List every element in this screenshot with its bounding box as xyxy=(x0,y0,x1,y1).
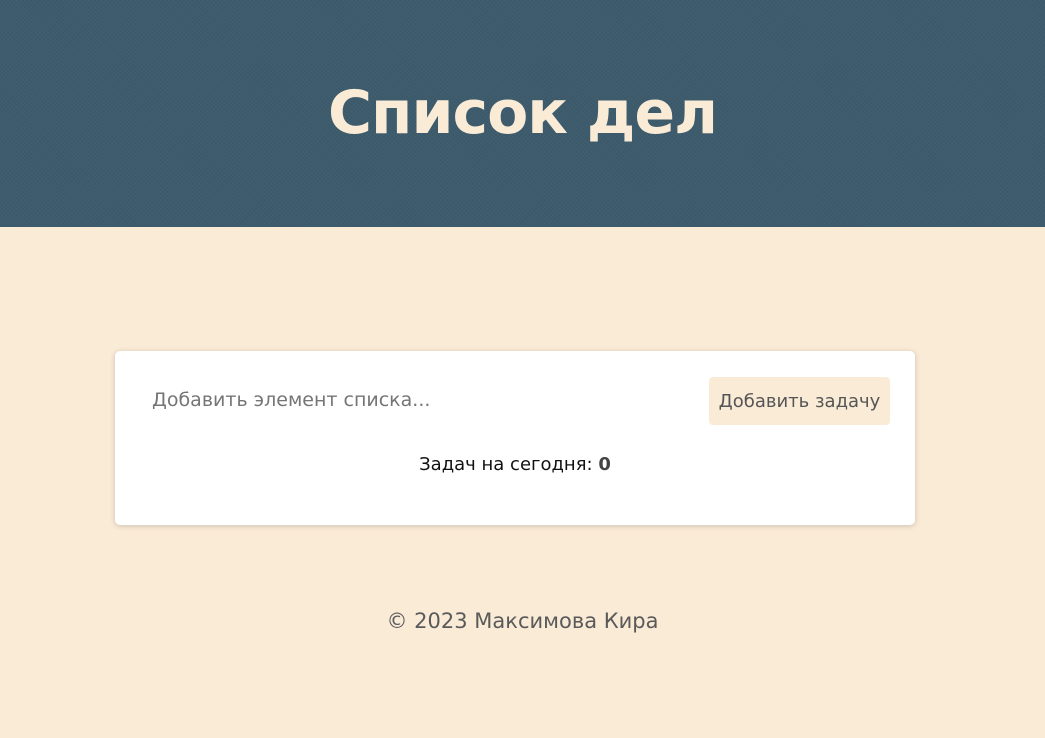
task-counter-label: Задач на сегодня: xyxy=(419,454,593,475)
add-task-button[interactable]: Добавить задачу xyxy=(709,377,890,425)
todo-card: Добавить задачу Задач на сегодня: 0 xyxy=(115,351,915,525)
task-input[interactable] xyxy=(135,377,695,423)
page-header: Список дел xyxy=(0,0,1045,227)
task-counter: Задач на сегодня: 0 xyxy=(115,453,915,477)
task-counter-value: 0 xyxy=(598,454,611,475)
page-footer: © 2023 Максимова Кира xyxy=(386,609,659,633)
page-title: Список дел xyxy=(327,78,718,148)
